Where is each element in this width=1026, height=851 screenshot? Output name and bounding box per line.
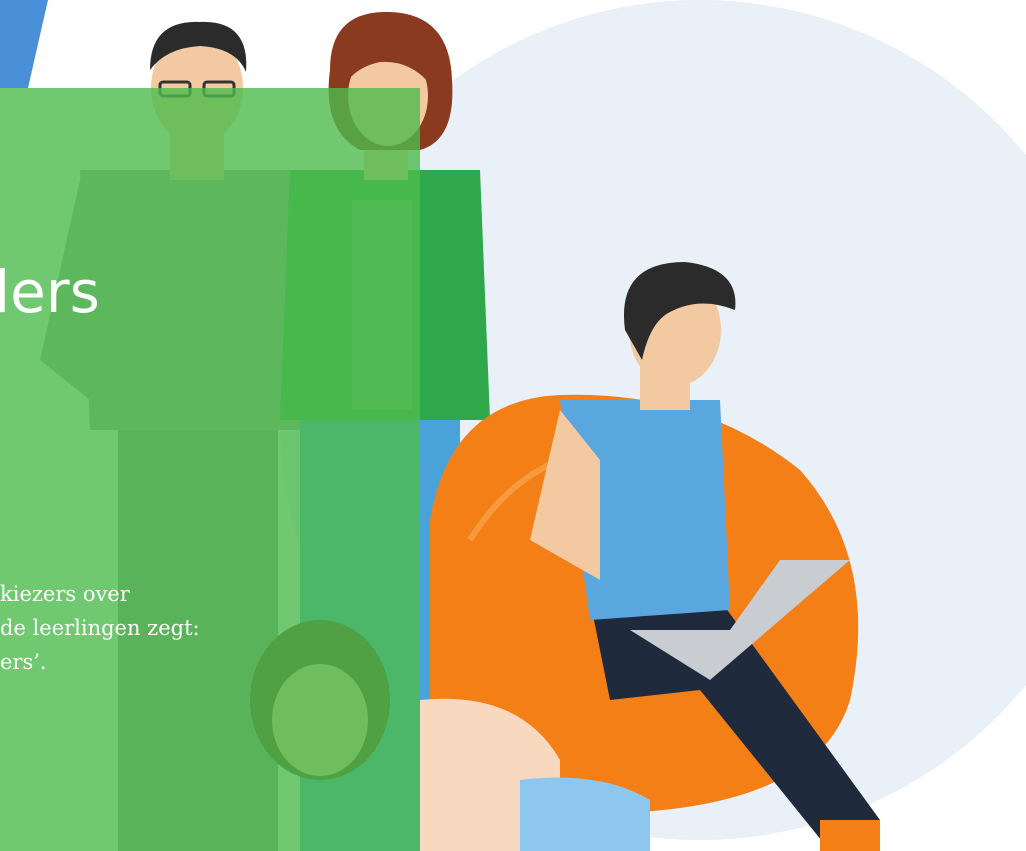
hero-body-line: kiezers over	[0, 582, 130, 606]
hero-body-line: ers’.	[0, 650, 47, 674]
hero-text-panel	[0, 88, 420, 851]
hero-heading: lers	[0, 258, 100, 326]
hero-body-line: de leerlingen zegt:	[0, 616, 200, 640]
hero-body-text: kiezers over de leerlingen zegt: ers’.	[0, 577, 200, 679]
blue-accent-shape	[0, 0, 48, 88]
